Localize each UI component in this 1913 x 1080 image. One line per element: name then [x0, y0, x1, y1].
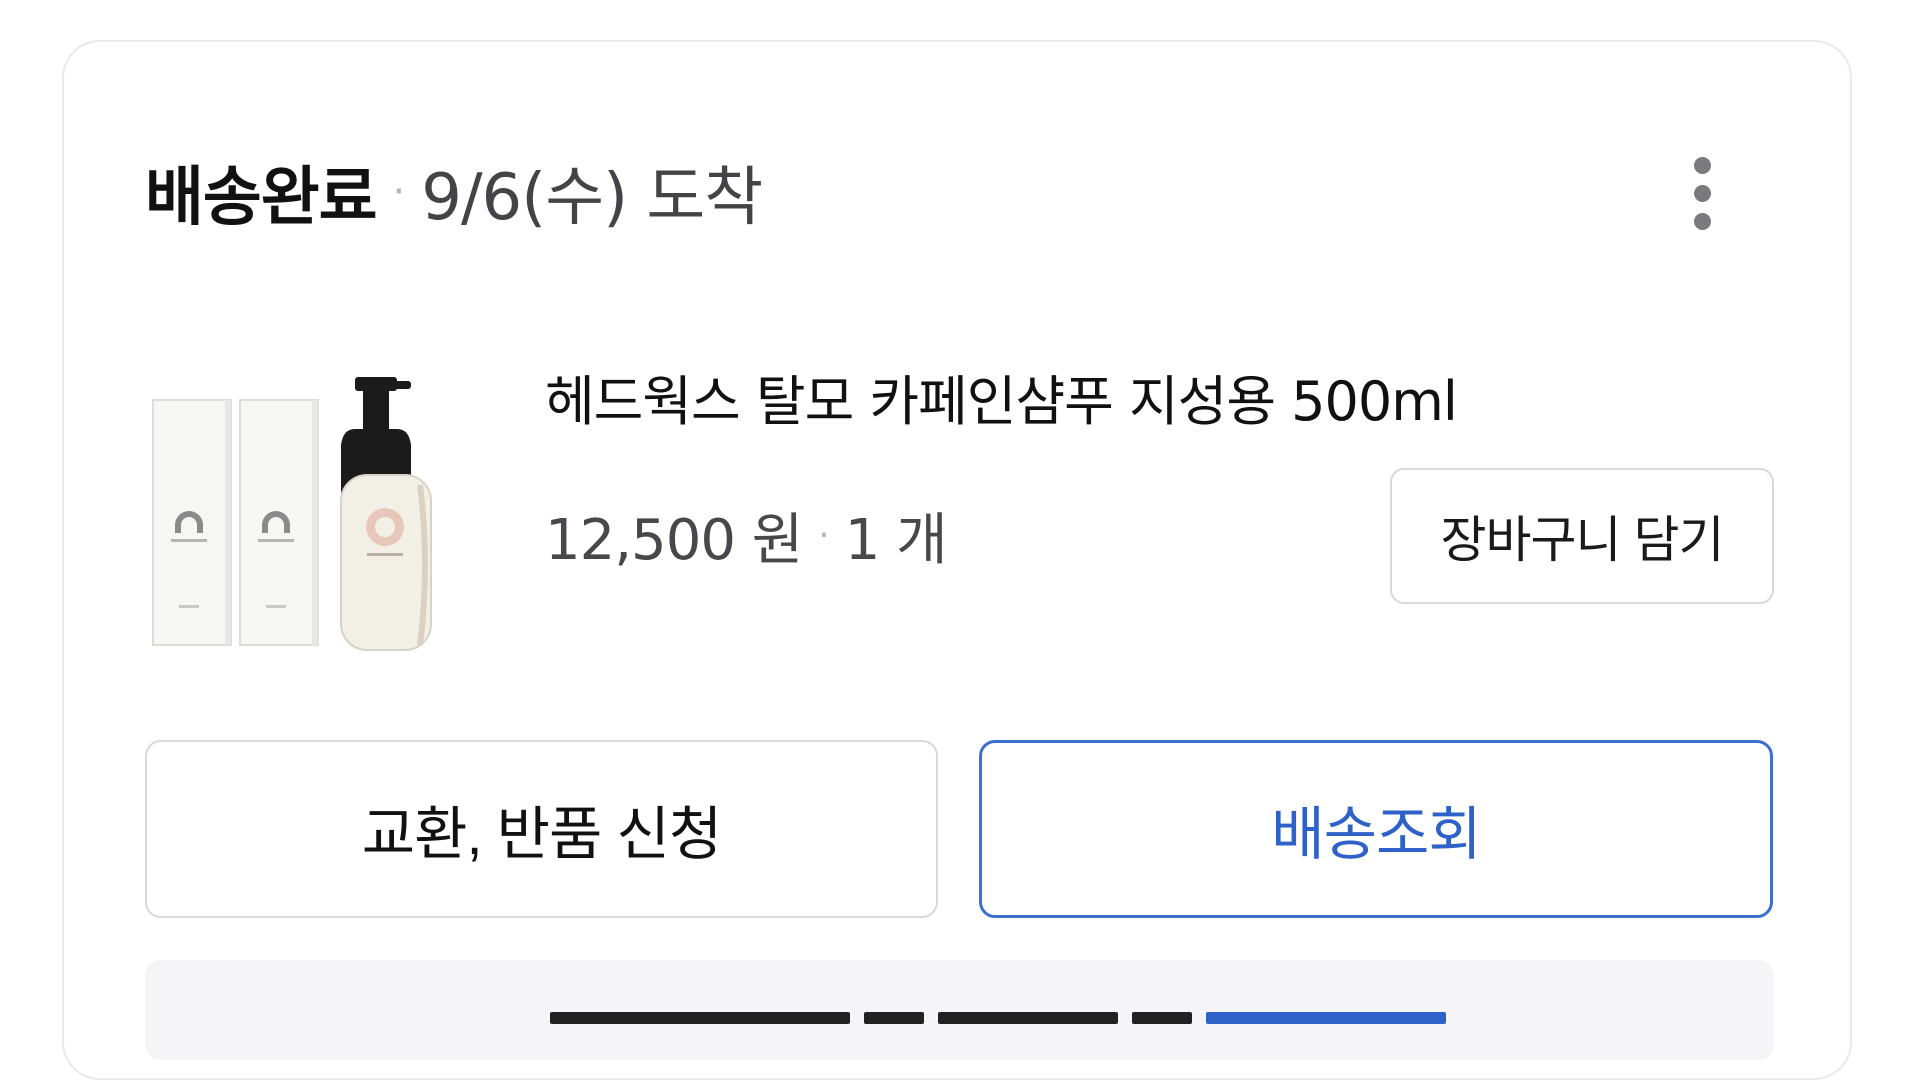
more-vertical-icon	[1693, 156, 1711, 174]
add-to-cart-button[interactable]: 장바구니 담기	[1390, 468, 1774, 604]
product-quantity: 1 개	[844, 507, 948, 573]
product-name[interactable]: 헤드웍스 탈모 카페인샴푸 지성용 500ml	[545, 360, 1458, 433]
banner-text-cutoff	[550, 1012, 1530, 1024]
order-header: 배송완료 · 9/6(수) 도착	[145, 150, 763, 235]
more-vertical-icon-dot	[1693, 184, 1711, 202]
more-options-button[interactable]	[1670, 148, 1734, 238]
separator-dot: ·	[392, 169, 406, 215]
more-vertical-icon-dot	[1693, 212, 1711, 230]
product-image	[145, 355, 465, 665]
product-thumbnail[interactable]	[145, 355, 465, 665]
delivery-status: 배송완료	[145, 161, 378, 235]
bottom-banner[interactable]	[145, 960, 1774, 1060]
separator-dot: ·	[818, 514, 829, 556]
exchange-return-button[interactable]: 교환, 반품 신청	[145, 740, 938, 918]
arrival-date: 9/6(수) 도착	[421, 161, 763, 235]
product-price: 12,500 원	[545, 507, 803, 573]
track-delivery-button[interactable]: 배송조회	[979, 740, 1773, 918]
price-quantity-row: 12,500 원 · 1 개	[545, 495, 948, 575]
